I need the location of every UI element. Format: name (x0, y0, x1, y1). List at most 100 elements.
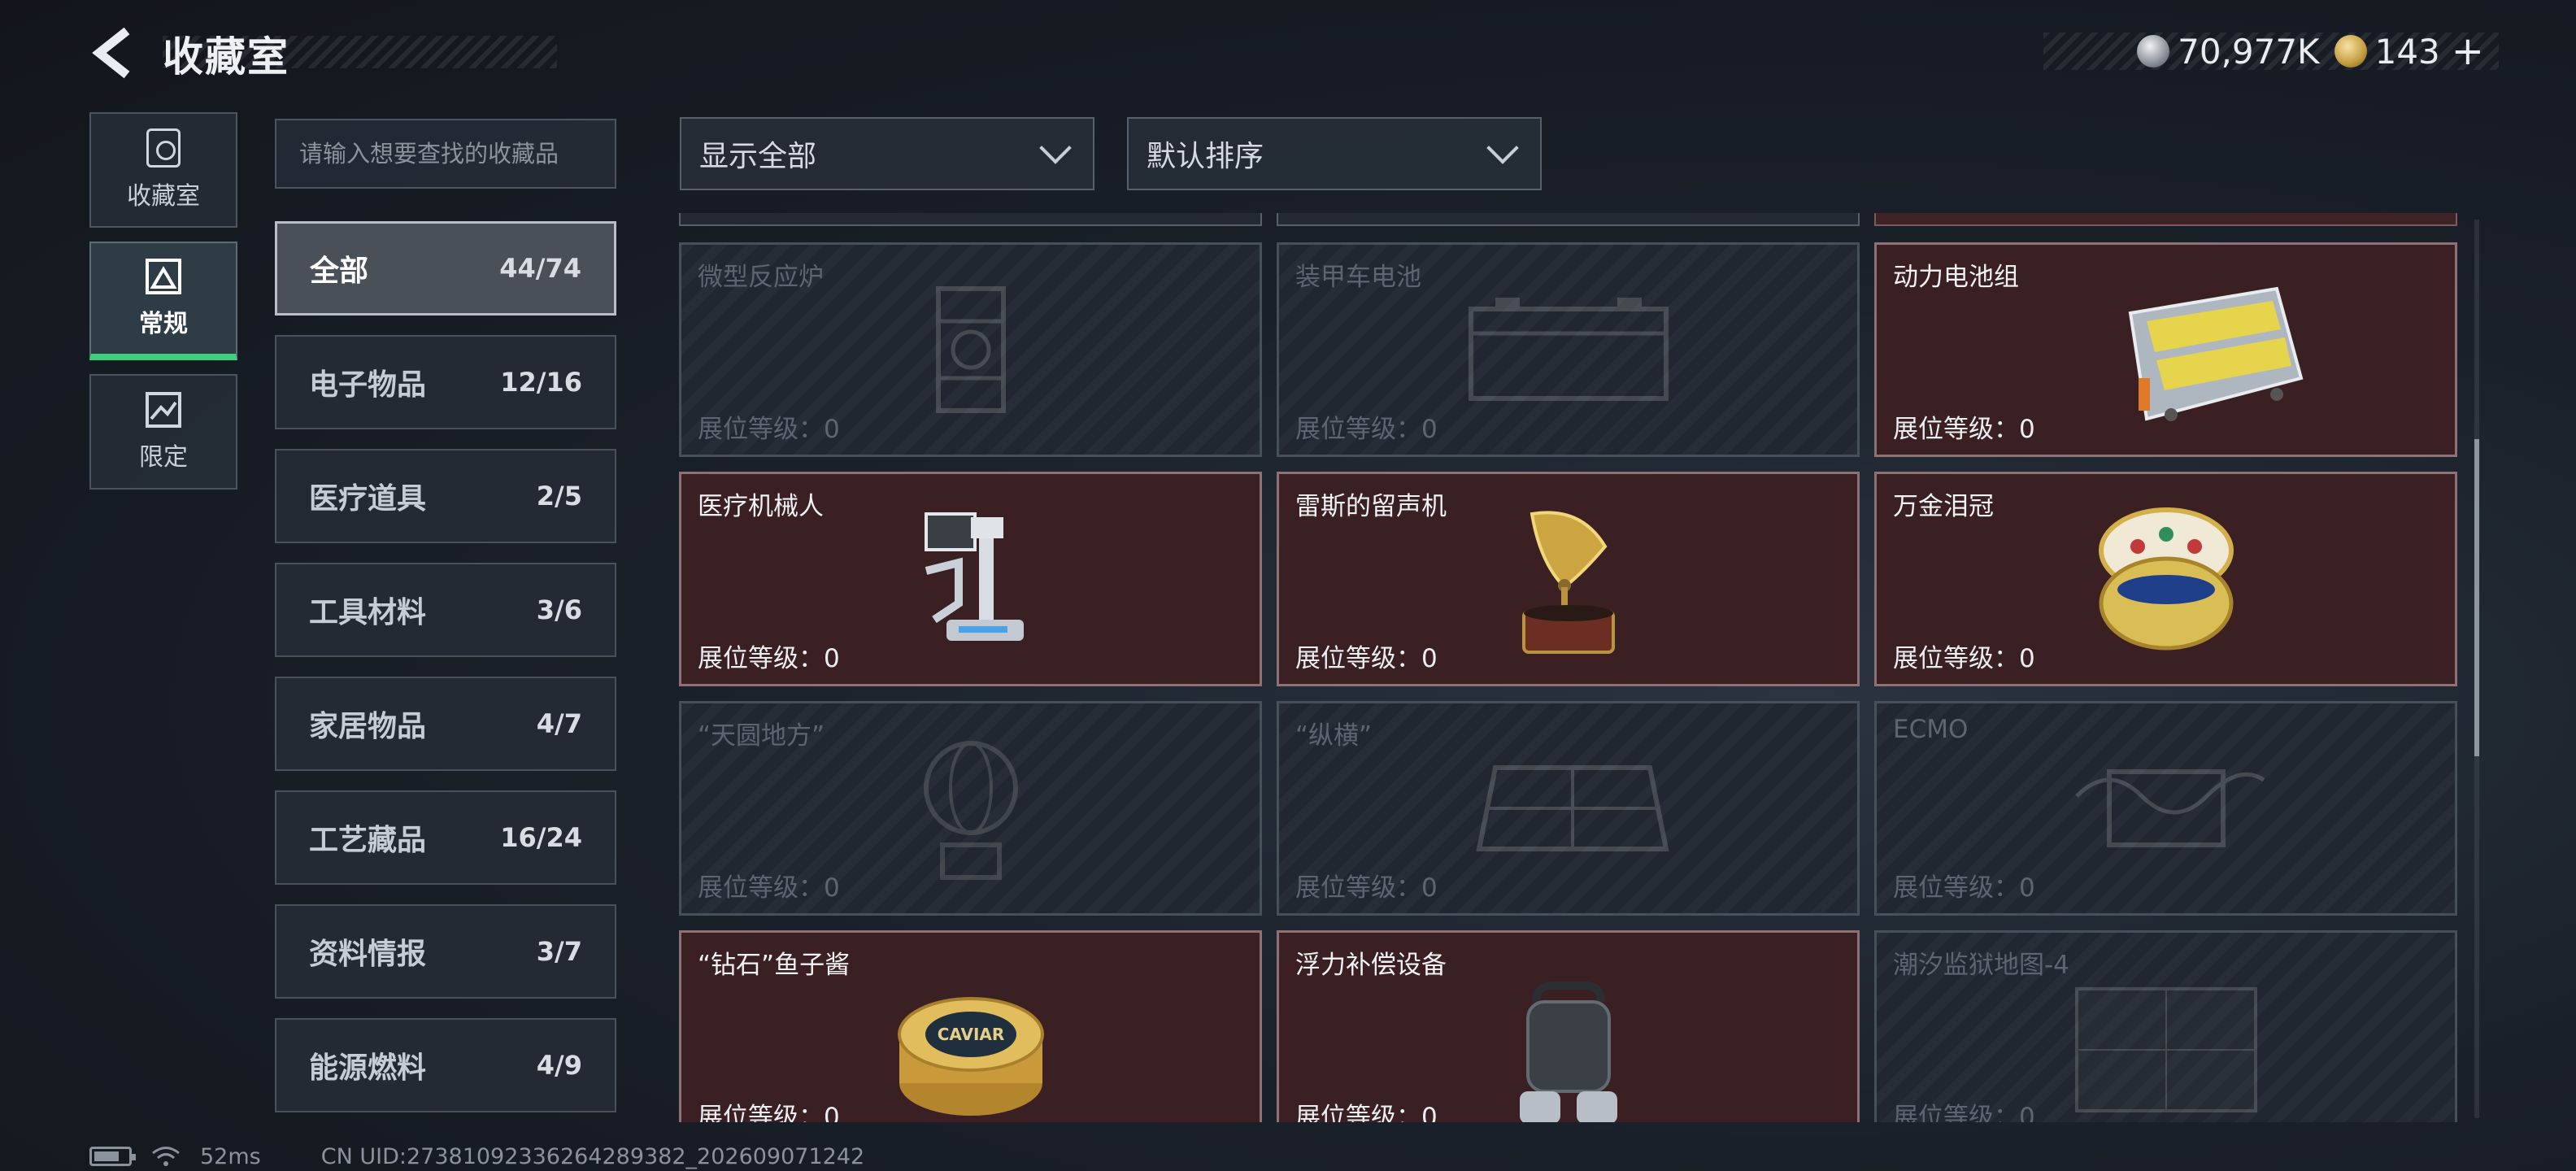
booth-level: 展位等级：0 (698, 415, 840, 444)
booth-level: 展位等级：0 (1295, 415, 1438, 444)
collection-card[interactable]: 万金泪冠 展位等级：0 (1874, 472, 2457, 686)
gold-coin-icon (2334, 35, 2367, 67)
rail-tab-label: 常规 (139, 310, 188, 338)
booth-level: 展位等级：0 (1295, 873, 1438, 903)
booth-level: 展位等级：0 (1295, 1103, 1438, 1122)
map-icon (2074, 987, 2257, 1113)
booth-level: 展位等级：0 (1295, 644, 1438, 673)
category-count: 12/16 (500, 367, 582, 398)
ping-value: 52ms (200, 1143, 261, 1169)
item-name: 动力电池组 (1893, 263, 2019, 292)
booth-level: 展位等级：0 (698, 873, 840, 903)
item-name: ECMO (1893, 715, 1969, 744)
category-energy[interactable]: 能源燃料 4/9 (275, 1018, 616, 1112)
status-bar: 52ms CN UID:27381092336264289382_2026090… (89, 1142, 864, 1171)
collection-card[interactable]: 装甲车电池 展位等级：0 (1277, 242, 1860, 457)
rail-tab-limited[interactable]: 限定 (89, 374, 237, 490)
currency-bar: 70,977K 143 + (2043, 28, 2499, 74)
collection-card[interactable]: 浮力补偿设备 展位等级：0 (1277, 930, 1860, 1122)
filter-dropdown-value: 显示全部 (699, 140, 817, 173)
category-electronics[interactable]: 电子物品 12/16 (275, 335, 616, 429)
grid-scrollbar[interactable] (2474, 220, 2479, 1118)
category-medical[interactable]: 医疗道具 2/5 (275, 449, 616, 543)
category-name: 全部 (310, 255, 369, 288)
category-count: 2/5 (536, 481, 582, 511)
collection-card[interactable]: 动力电池组 展位等级：0 (1874, 242, 2457, 457)
jeweled-egg-icon (2098, 507, 2234, 651)
wifi-icon (152, 1147, 180, 1166)
partial-card (1277, 213, 1860, 226)
silver-amount: 70,977K (2178, 31, 2320, 72)
globe-icon (923, 741, 1018, 880)
category-household[interactable]: 家居物品 4/7 (275, 677, 616, 771)
ecmo-icon (2074, 769, 2265, 847)
category-count: 3/6 (536, 594, 582, 625)
rail-tab-label: 限定 (139, 443, 188, 472)
battery-box-icon (1468, 298, 1669, 401)
limited-frame-icon (146, 392, 181, 428)
rail-tab-label: 收藏室 (127, 182, 200, 211)
silver-coin-icon (2137, 35, 2170, 67)
trophy-case-icon (146, 128, 181, 168)
item-name: 万金泪冠 (1893, 492, 1994, 521)
category-intel[interactable]: 资料情报 3/7 (275, 904, 616, 999)
search-input[interactable] (299, 140, 592, 168)
top-header: 收藏室 70,977K 143 + (0, 0, 2576, 106)
item-name: 装甲车电池 (1295, 263, 1421, 292)
item-name: 潮汐监狱地图-4 (1893, 951, 2069, 980)
collection-card[interactable]: “天圆地方” 展位等级：0 (679, 701, 1262, 916)
collection-card[interactable]: 雷斯的留声机 展位等级：0 (1277, 472, 1860, 686)
sort-dropdown-value: 默认排序 (1147, 140, 1264, 173)
category-tools[interactable]: 工具材料 3/6 (275, 563, 616, 657)
collection-card[interactable]: 医疗机械人 展位等级：0 (679, 472, 1262, 686)
collection-card[interactable]: 微型反应炉 展位等级：0 (679, 242, 1262, 457)
booth-level: 展位等级：0 (1893, 415, 2035, 444)
back-button[interactable] (89, 24, 138, 81)
collection-grid: 微型反应炉 展位等级：0 装甲车电池 展位等级：0 动力电池组 展位等级：0 医… (679, 213, 2460, 1122)
item-name: “纵横” (1295, 721, 1373, 751)
category-name: 工艺藏品 (309, 824, 427, 857)
scrollbar-thumb[interactable] (2474, 439, 2479, 756)
category-name: 能源燃料 (309, 1051, 427, 1085)
buoyancy-device-icon (1519, 981, 1617, 1122)
collection-card[interactable]: “钻石”鱼子酱 CAVIAR 展位等级：0 (679, 930, 1262, 1122)
item-name: “天圆地方” (698, 721, 825, 751)
category-name: 电子物品 (309, 368, 427, 402)
gold-amount: 143 (2374, 31, 2440, 72)
back-arrow-icon (92, 27, 130, 79)
add-currency-button[interactable]: + (2452, 28, 2484, 74)
rail-tab-regular[interactable]: 常规 (89, 242, 237, 360)
picture-frame-icon (146, 259, 181, 294)
item-name: 医疗机械人 (698, 492, 824, 521)
category-count: 16/24 (500, 822, 582, 853)
item-name: 微型反应炉 (698, 263, 824, 292)
category-count: 3/7 (536, 936, 582, 967)
chevron-down-icon (1039, 132, 1072, 164)
caviar-tin-label: CAVIAR (937, 1025, 1004, 1044)
item-name: “钻石”鱼子酱 (698, 951, 851, 980)
booth-level: 展位等级：0 (1893, 1103, 2035, 1122)
filter-dropdown[interactable]: 显示全部 (680, 117, 1094, 190)
collection-card[interactable]: 潮汐监狱地图-4 展位等级：0 (1874, 930, 2457, 1122)
category-count: 44/74 (499, 253, 581, 284)
partial-card (679, 213, 1262, 226)
gold-currency: 143 + (2334, 28, 2484, 74)
booth-level: 展位等级：0 (698, 644, 840, 673)
item-name: 雷斯的留声机 (1295, 492, 1447, 521)
category-crafts[interactable]: 工艺藏品 16/24 (275, 790, 616, 885)
chessboard-icon (1475, 765, 1669, 851)
search-field[interactable] (275, 119, 616, 189)
rail-tab-collection-room[interactable]: 收藏室 (89, 112, 237, 228)
collection-card[interactable]: “纵横” 展位等级：0 (1277, 701, 1860, 916)
booth-level: 展位等级：0 (1893, 873, 2035, 903)
gramophone-icon (1521, 511, 1615, 654)
battery-pack-icon (2129, 286, 2304, 422)
battery-icon (89, 1147, 136, 1166)
category-all[interactable]: 全部 44/74 (275, 221, 616, 316)
sort-dropdown[interactable]: 默认排序 (1127, 117, 1542, 190)
caviar-tin-icon: CAVIAR (897, 996, 1044, 1116)
booth-level: 展位等级：0 (1893, 644, 2035, 673)
chevron-down-icon (1486, 132, 1519, 164)
collection-card[interactable]: ECMO 展位等级：0 (1874, 701, 2457, 916)
category-count: 4/9 (536, 1050, 582, 1081)
